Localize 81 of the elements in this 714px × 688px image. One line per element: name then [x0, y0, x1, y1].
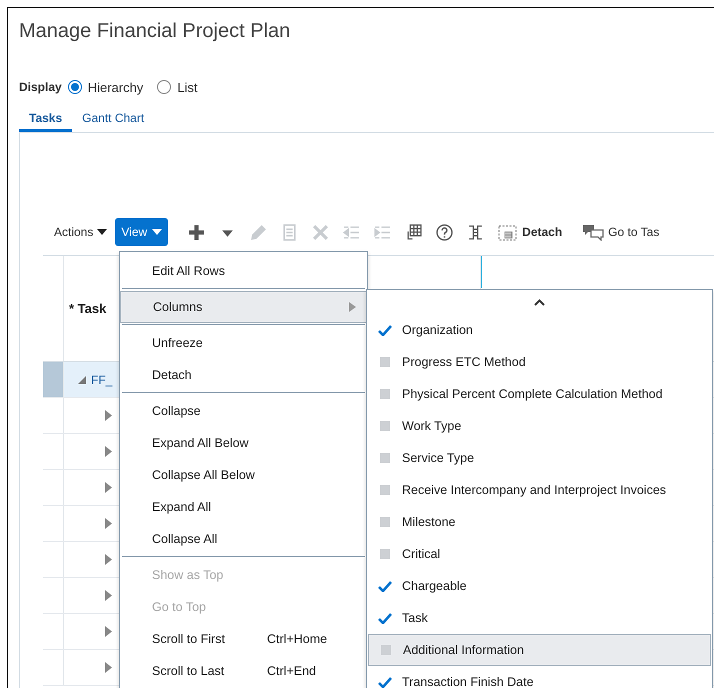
detach-button[interactable]: Detach [522, 225, 562, 239]
menu-item[interactable]: Expand All Below [120, 427, 367, 459]
scroll-up-icon[interactable] [534, 298, 545, 306]
column-option-label: Transaction Finish Date [402, 675, 534, 688]
column-option[interactable]: Additional Information [368, 634, 711, 666]
column-option-label: Receive Intercompany and Interproject Invoices [402, 483, 666, 497]
column-option[interactable]: Milestone [367, 506, 712, 538]
menu-item[interactable]: Edit All Rows [120, 255, 367, 287]
column-option-label: Progress ETC Method [402, 355, 526, 369]
menu-item-label: Collapse All Below [152, 468, 256, 482]
collapsed-triangle-icon[interactable] [105, 410, 112, 421]
expanded-triangle-icon[interactable] [78, 376, 86, 384]
help-icon[interactable] [436, 224, 454, 240]
collapsed-triangle-icon[interactable] [105, 446, 112, 457]
column-option[interactable]: Transaction Finish Date [367, 666, 712, 688]
collapsed-triangle-icon[interactable] [105, 662, 112, 673]
column-option-label: Milestone [402, 515, 456, 529]
column-option[interactable]: Task [367, 602, 712, 634]
menu-item-label: Show as Top [152, 568, 224, 582]
column-option[interactable]: Chargeable [367, 570, 712, 602]
plus-icon[interactable] [188, 224, 206, 240]
menu-item-label: Columns [153, 300, 204, 314]
column-option-label: Organization [402, 323, 473, 337]
detach-icon[interactable] [498, 223, 518, 241]
menu-item[interactable]: Detach [120, 359, 367, 391]
view-menu-button[interactable]: View [115, 218, 168, 246]
actions-menu-button[interactable]: Actions [54, 225, 108, 239]
radio-label: Hierarchy [88, 80, 144, 94]
menu-item[interactable]: Expand All [120, 491, 367, 523]
menu-item-label: Scroll to First [152, 632, 226, 646]
menu-item-label: Edit All Rows [152, 264, 226, 278]
menu-item-label: Go to Top [152, 600, 207, 614]
menu-item[interactable]: Scroll to Last Ctrl+End [120, 655, 367, 687]
column-option[interactable]: Service Type [367, 442, 712, 474]
table-icon[interactable] [405, 224, 422, 240]
menu-item[interactable]: Collapse All Below [120, 459, 367, 491]
tab[interactable]: Gantt Chart [72, 108, 154, 132]
column-option-label: Task [402, 611, 428, 625]
menu-item[interactable]: Columns [120, 291, 367, 323]
column-option-label: Additional Information [403, 643, 524, 657]
column-option[interactable]: Physical Percent Complete Calculation Method [367, 378, 712, 410]
menu-item[interactable]: Collapse All [120, 523, 367, 555]
column-option[interactable]: Progress ETC Method [367, 346, 712, 378]
tab[interactable]: Tasks [19, 108, 72, 132]
menu-item-label: Scroll to Last [152, 664, 226, 678]
column-option-label: Physical Percent Complete Calculation Method [402, 387, 663, 401]
menu-item[interactable]: Collapse [120, 395, 367, 427]
column-option-label: Service Type [402, 451, 474, 465]
menu-item-label: Expand All Below [152, 436, 250, 450]
menu-item[interactable]: Scroll to First Ctrl+Home [120, 623, 367, 655]
page-title: Manage Financial Project Plan [19, 19, 292, 44]
column-option-label: Work Type [402, 419, 462, 433]
collapsed-triangle-icon[interactable] [105, 482, 112, 493]
collapsed-triangle-icon[interactable] [105, 626, 112, 637]
menu-item-label: Collapse All [152, 532, 218, 546]
menu-item-label: Unfreeze [152, 336, 204, 350]
shortcut-label: Ctrl+End [267, 664, 317, 678]
column-option-label: Critical [402, 547, 440, 561]
column-option[interactable]: Critical [367, 538, 712, 570]
chat-bubbles-icon[interactable] [582, 224, 604, 240]
column-option-label: Chargeable [402, 579, 467, 593]
radio-button[interactable] [68, 80, 82, 94]
caret-icon [97, 228, 108, 236]
menu-item-label: Expand All [152, 500, 212, 514]
caret-icon [152, 228, 162, 236]
collapsed-triangle-icon[interactable] [105, 518, 112, 529]
column-option[interactable]: Organization [367, 314, 712, 346]
radio-label: List [177, 80, 198, 94]
display-label: Display [19, 80, 62, 94]
menu-item-label: Detach [152, 368, 193, 382]
collapsed-triangle-icon[interactable] [105, 554, 112, 565]
collapsed-triangle-icon[interactable] [105, 590, 112, 601]
shortcut-label: Ctrl+Home [267, 632, 328, 646]
column-option[interactable]: Work Type [367, 410, 712, 442]
menu-item-label: Collapse [152, 404, 202, 418]
radio-button[interactable] [157, 80, 172, 94]
text-wrap-icon[interactable] [467, 224, 484, 240]
go-to-task-button[interactable]: Go to Tas [608, 225, 660, 239]
task-name-link[interactable]: FF_ [91, 372, 112, 386]
menu-item[interactable]: Unfreeze [120, 327, 367, 359]
column-option[interactable]: Receive Intercompany and Interproject Invoices [367, 474, 712, 506]
